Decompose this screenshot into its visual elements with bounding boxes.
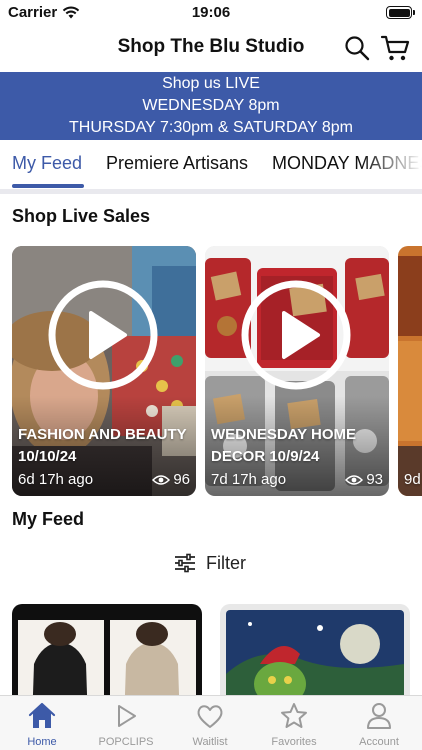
heart-icon	[197, 705, 223, 728]
live-sale-title: FASHION AND BEAUTY 10/10/24	[18, 426, 187, 465]
clock: 19:06	[191, 4, 231, 21]
cart-icon[interactable]	[380, 33, 410, 63]
live-sale-time: 6d 17h ago	[18, 471, 94, 488]
live-sale-card[interactable]: WEDNESDAY HOME DECOR 10/9/24 7d 17h ago …	[205, 246, 389, 496]
live-sale-title: WEDNESDAY HOME DECOR 10/9/24	[211, 426, 357, 465]
tab-premiere-artisans[interactable]: Premiere Artisans	[106, 153, 248, 174]
tab-my-feed[interactable]: My Feed	[12, 153, 82, 174]
status-bar: Carrier 19:06	[0, 0, 422, 26]
tab-waitlist-label: Waitlist	[192, 736, 228, 748]
banner-line-2: WEDNESDAY 8pm	[142, 97, 280, 114]
card-thumbnail	[398, 246, 422, 496]
tabs-fade	[362, 140, 422, 192]
tab-favorites[interactable]: Favorites	[252, 696, 336, 750]
play-icon[interactable]	[47, 279, 159, 391]
feed-grid	[12, 604, 422, 696]
live-sale-card[interactable]: 9d	[398, 246, 422, 496]
feed-item-image	[12, 604, 202, 696]
tab-popclips-label: POPCLIPS	[98, 736, 154, 748]
view-count-value: 96	[173, 471, 190, 488]
tab-account-label: Account	[359, 736, 399, 748]
tab-waitlist[interactable]: Waitlist	[168, 696, 252, 750]
feed-item[interactable]	[12, 604, 202, 696]
star-icon	[281, 703, 307, 728]
home-icon	[28, 702, 56, 728]
sliders-icon	[175, 553, 195, 573]
live-sales-heading: Shop Live Sales	[12, 206, 151, 226]
tabs-divider	[0, 189, 422, 194]
play-icon	[118, 705, 136, 727]
active-tab-indicator	[12, 184, 84, 188]
feed-item[interactable]	[220, 604, 410, 696]
view-count-value: 93	[366, 471, 383, 488]
feed-heading: My Feed	[12, 509, 85, 529]
banner-line-3: THURSDAY 7:30pm & SATURDAY 8pm	[69, 119, 353, 136]
tab-favorites-label: Favorites	[271, 736, 317, 748]
search-icon[interactable]	[344, 35, 370, 61]
play-icon[interactable]	[240, 279, 352, 391]
banner-line-1: Shop us LIVE	[162, 75, 260, 92]
live-sales-carousel: FASHION AND BEAUTY 10/10/24 6d 17h ago 9…	[12, 246, 422, 496]
category-tabs: My Feed Premiere Artisans MONDAY MADNESS	[0, 140, 422, 192]
person-icon	[367, 703, 391, 729]
view-count: 93	[345, 471, 383, 488]
tab-home[interactable]: Home	[0, 696, 84, 750]
eye-icon	[152, 474, 171, 485]
feed-item-image	[220, 604, 410, 696]
filter-button[interactable]: Filter	[174, 550, 246, 576]
battery-icon	[386, 6, 415, 19]
live-sale-card[interactable]: FASHION AND BEAUTY 10/10/24 6d 17h ago 9…	[12, 246, 196, 496]
tab-popclips[interactable]: POPCLIPS	[84, 696, 168, 750]
live-sale-time: 9d	[404, 471, 421, 488]
nav-bar: Shop The Blu Studio	[0, 26, 422, 72]
live-schedule-banner[interactable]: Shop us LIVE WEDNESDAY 8pm THURSDAY 7:30…	[0, 72, 422, 140]
live-sale-time: 7d 17h ago	[211, 471, 287, 488]
view-count: 96	[152, 471, 190, 488]
bottom-tab-bar: Home POPCLIPS Waitlist Favorites Account	[0, 695, 422, 750]
tab-account[interactable]: Account	[337, 696, 421, 750]
tab-home-label: Home	[27, 736, 57, 748]
eye-icon	[345, 474, 364, 485]
filter-label: Filter	[206, 552, 246, 573]
